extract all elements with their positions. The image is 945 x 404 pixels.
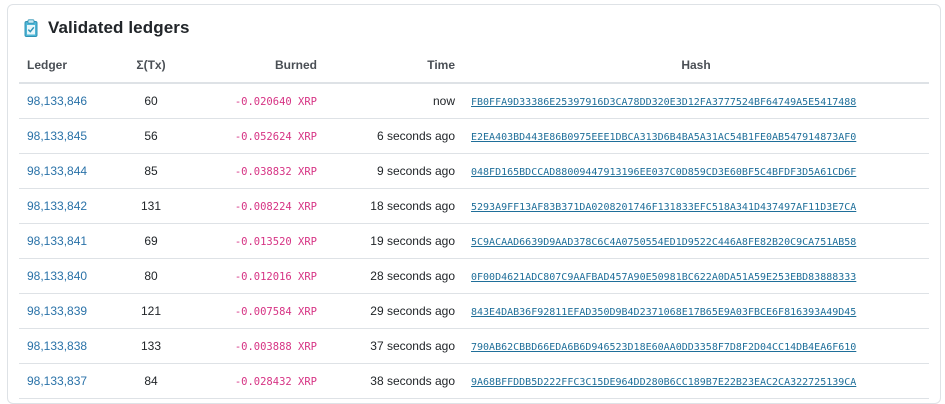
clipboard-check-icon <box>24 19 38 37</box>
tx-count-cell: 80 <box>113 258 189 294</box>
card-header: Validated ledgers <box>24 18 190 38</box>
hash-link[interactable]: 0F00D4621ADC807C9AAFBAD457A90E50981BC622… <box>471 272 856 283</box>
tx-count-cell: 121 <box>113 293 189 329</box>
burned-value: -0.003888 XRP <box>234 341 317 353</box>
ledger-link[interactable]: 98,133,844 <box>27 164 87 178</box>
hash-link[interactable]: FB0FFA9D33386E25397916D3CA78DD320E3D12FA… <box>471 97 856 108</box>
table-row: 98,133,837 84 -0.028432 XRP 38 seconds a… <box>19 363 929 399</box>
burned-value: -0.007584 XRP <box>234 306 317 318</box>
time-cell: 9 seconds ago <box>325 153 463 189</box>
time-cell: 18 seconds ago <box>325 188 463 224</box>
table-row: 98,133,845 56 -0.052624 XRP 6 seconds ag… <box>19 118 929 154</box>
ledger-link[interactable]: 98,133,839 <box>27 304 87 318</box>
ledger-link[interactable]: 98,133,846 <box>27 94 87 108</box>
table-row: 98,133,844 85 -0.038832 XRP 9 seconds ag… <box>19 153 929 189</box>
column-header-time: Time <box>325 48 463 84</box>
tx-count-cell: 60 <box>113 83 189 119</box>
hash-link[interactable]: 843E4DAB36F92811EFAD350D9B4D2371068E17B6… <box>471 307 856 318</box>
time-cell: 19 seconds ago <box>325 223 463 259</box>
table-row: 98,133,841 69 -0.013520 XRP 19 seconds a… <box>19 223 929 259</box>
table-row: 98,133,838 133 -0.003888 XRP 37 seconds … <box>19 328 929 364</box>
tx-count-cell: 85 <box>113 153 189 189</box>
column-header-ledger: Ledger <box>19 48 113 84</box>
ledger-link[interactable]: 98,133,838 <box>27 339 87 353</box>
burned-value: -0.052624 XRP <box>234 131 317 143</box>
column-header-burned: Burned <box>189 48 325 84</box>
time-cell: now <box>325 83 463 119</box>
tx-count-cell: 69 <box>113 223 189 259</box>
burned-value: -0.008224 XRP <box>234 201 317 213</box>
card-title: Validated ledgers <box>48 18 190 37</box>
tx-count-cell: 133 <box>113 328 189 364</box>
ledger-link[interactable]: 98,133,840 <box>27 269 87 283</box>
ledgers-table: Ledger Σ(Tx) Burned Time Hash 98,133,846… <box>19 48 929 399</box>
tx-count-cell: 56 <box>113 118 189 154</box>
time-cell: 28 seconds ago <box>325 258 463 294</box>
hash-link[interactable]: 790AB62CBBD66EDA6B6D946523D18E60AA0DD335… <box>471 342 856 353</box>
hash-link[interactable]: 9A68BFFDDB5D222FFC3C15DE964DD280B6CC189B… <box>471 377 856 388</box>
hash-link[interactable]: E2EA403BD443E86B0975EEE1DBCA313D6B4BA5A3… <box>471 132 856 143</box>
burned-value: -0.012016 XRP <box>234 271 317 283</box>
column-header-tx-count: Σ(Tx) <box>113 48 189 84</box>
ledger-link[interactable]: 98,133,842 <box>27 199 87 213</box>
table-row: 98,133,846 60 -0.020640 XRP now FB0FFA9D… <box>19 83 929 119</box>
table-header-row: Ledger Σ(Tx) Burned Time Hash <box>19 48 929 84</box>
burned-value: -0.028432 XRP <box>234 376 317 388</box>
tx-count-cell: 131 <box>113 188 189 224</box>
table-row: 98,133,839 121 -0.007584 XRP 29 seconds … <box>19 293 929 329</box>
burned-value: -0.013520 XRP <box>234 236 317 248</box>
hash-link[interactable]: 5C9ACAAD6639D9AAD378C6C4A0750554ED1D9522… <box>471 237 856 248</box>
hash-link[interactable]: 048FD165BDCCAD88009447913196EE037C0D859C… <box>471 167 856 178</box>
time-cell: 38 seconds ago <box>325 363 463 399</box>
burned-value: -0.038832 XRP <box>234 166 317 178</box>
ledger-link[interactable]: 98,133,841 <box>27 234 87 248</box>
table-row: 98,133,840 80 -0.012016 XRP 28 seconds a… <box>19 258 929 294</box>
hash-link[interactable]: 5293A9FF13AF83B371DA0208201746F131833EFC… <box>471 202 856 213</box>
ledger-link[interactable]: 98,133,837 <box>27 374 87 388</box>
ledger-link[interactable]: 98,133,845 <box>27 129 87 143</box>
table-row: 98,133,842 131 -0.008224 XRP 18 seconds … <box>19 188 929 224</box>
tx-count-cell: 84 <box>113 363 189 399</box>
time-cell: 37 seconds ago <box>325 328 463 364</box>
column-header-hash: Hash <box>463 48 929 84</box>
burned-value: -0.020640 XRP <box>234 96 317 108</box>
time-cell: 6 seconds ago <box>325 118 463 154</box>
time-cell: 29 seconds ago <box>325 293 463 329</box>
validated-ledgers-card: Validated ledgers Ledger Σ(Tx) Burned Ti… <box>7 4 941 404</box>
